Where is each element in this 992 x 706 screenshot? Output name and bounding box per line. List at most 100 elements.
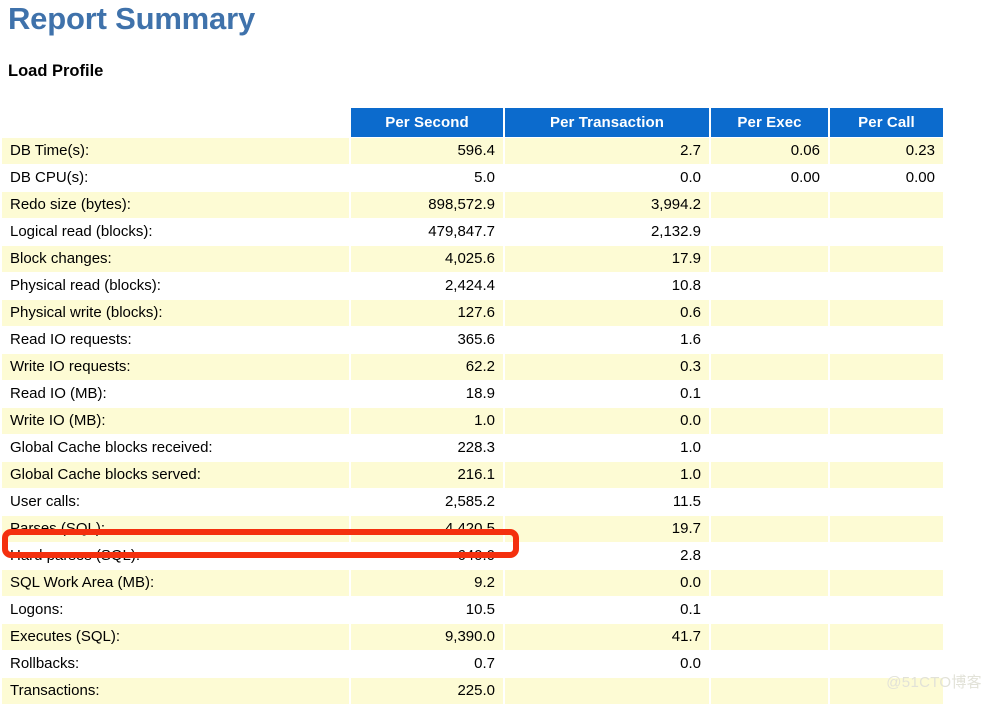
cell-per-exec	[711, 435, 828, 461]
cell-per-transaction: 2,132.9	[505, 219, 709, 245]
cell-per-second: 0.7	[351, 651, 503, 677]
cell-metric-label: DB Time(s):	[2, 138, 349, 164]
table-header-row: Per Second Per Transaction Per Exec Per …	[2, 108, 943, 137]
cell-per-exec	[711, 651, 828, 677]
table-row: User calls: 2,585.2 11.5	[2, 489, 943, 515]
cell-metric-label: Read IO (MB):	[2, 381, 349, 407]
cell-metric-label: Global Cache blocks served:	[2, 462, 349, 488]
table-row: Parses (SQL): 4,420.5 19.7	[2, 516, 943, 542]
table-row: Redo size (bytes): 898,572.9 3,994.2	[2, 192, 943, 218]
cell-per-second: 10.5	[351, 597, 503, 623]
cell-per-second: 225.0	[351, 678, 503, 704]
cell-metric-label: Block changes:	[2, 246, 349, 272]
cell-per-transaction: 1.0	[505, 462, 709, 488]
cell-metric-label: Write IO (MB):	[2, 408, 349, 434]
cell-per-transaction: 11.5	[505, 489, 709, 515]
cell-per-call	[830, 381, 943, 407]
table-header: Per Second Per Transaction Per Exec Per …	[2, 108, 943, 137]
cell-per-exec	[711, 597, 828, 623]
cell-per-transaction: 41.7	[505, 624, 709, 650]
cell-per-transaction: 0.0	[505, 165, 709, 191]
cell-per-transaction: 0.1	[505, 381, 709, 407]
cell-metric-label: Rollbacks:	[2, 651, 349, 677]
table-row: Global Cache blocks received: 228.3 1.0	[2, 435, 943, 461]
cell-metric-label: SQL Work Area (MB):	[2, 570, 349, 596]
cell-per-call	[830, 624, 943, 650]
cell-per-transaction: 0.1	[505, 597, 709, 623]
cell-per-second: 2,585.2	[351, 489, 503, 515]
cell-per-call	[830, 300, 943, 326]
cell-metric-label: Global Cache blocks received:	[2, 435, 349, 461]
table-row: Physical read (blocks): 2,424.4 10.8	[2, 273, 943, 299]
column-header-metric	[2, 108, 349, 137]
cell-per-second: 365.6	[351, 327, 503, 353]
cell-per-transaction: 0.6	[505, 300, 709, 326]
cell-metric-label: Redo size (bytes):	[2, 192, 349, 218]
cell-per-transaction: 2.7	[505, 138, 709, 164]
cell-per-call	[830, 543, 943, 569]
cell-per-second: 5.0	[351, 165, 503, 191]
watermark: @51CTO博客	[886, 674, 982, 691]
cell-per-exec: 0.06	[711, 138, 828, 164]
page-title: Report Summary	[8, 1, 255, 36]
cell-per-second: 4,420.5	[351, 516, 503, 542]
cell-per-second: 216.1	[351, 462, 503, 488]
cell-per-call	[830, 516, 943, 542]
cell-per-second: 4,025.6	[351, 246, 503, 272]
cell-per-transaction: 1.0	[505, 435, 709, 461]
cell-per-transaction: 0.3	[505, 354, 709, 380]
load-profile-table: Per Second Per Transaction Per Exec Per …	[0, 107, 945, 705]
table-row: DB Time(s): 596.4 2.7 0.06 0.23	[2, 138, 943, 164]
cell-metric-label: Read IO requests:	[2, 327, 349, 353]
table-row: Logons: 10.5 0.1	[2, 597, 943, 623]
cell-per-exec	[711, 354, 828, 380]
cell-per-exec	[711, 516, 828, 542]
cell-per-second: 228.3	[351, 435, 503, 461]
column-header-per-call[interactable]: Per Call	[830, 108, 943, 137]
cell-per-exec	[711, 408, 828, 434]
cell-per-exec	[711, 327, 828, 353]
cell-metric-label: Logons:	[2, 597, 349, 623]
cell-per-call	[830, 597, 943, 623]
cell-per-exec	[711, 489, 828, 515]
column-header-per-second[interactable]: Per Second	[351, 108, 503, 137]
cell-per-second: 9,390.0	[351, 624, 503, 650]
cell-metric-label: Physical write (blocks):	[2, 300, 349, 326]
cell-per-transaction: 0.0	[505, 408, 709, 434]
cell-per-call	[830, 408, 943, 434]
cell-per-exec	[711, 300, 828, 326]
table-row: Write IO (MB): 1.0 0.0	[2, 408, 943, 434]
cell-per-call: 0.00	[830, 165, 943, 191]
cell-per-second: 596.4	[351, 138, 503, 164]
report-page: Report Summary Load Profile Per Second P…	[0, 0, 992, 706]
table-row: Executes (SQL): 9,390.0 41.7	[2, 624, 943, 650]
cell-per-call	[830, 462, 943, 488]
column-header-per-exec[interactable]: Per Exec	[711, 108, 828, 137]
cell-per-exec	[711, 381, 828, 407]
cell-metric-label: User calls:	[2, 489, 349, 515]
cell-per-call: 0.23	[830, 138, 943, 164]
cell-per-second: 127.6	[351, 300, 503, 326]
cell-metric-label: Transactions:	[2, 678, 349, 704]
cell-per-transaction: 19.7	[505, 516, 709, 542]
cell-per-second: 2,424.4	[351, 273, 503, 299]
cell-per-exec	[711, 462, 828, 488]
column-header-per-transaction[interactable]: Per Transaction	[505, 108, 709, 137]
table-row: Hard parses (SQL): 640.0 2.8	[2, 543, 943, 569]
cell-per-exec	[711, 678, 828, 704]
cell-per-call	[830, 273, 943, 299]
cell-per-exec	[711, 219, 828, 245]
cell-per-exec	[711, 246, 828, 272]
table-row: SQL Work Area (MB): 9.2 0.0	[2, 570, 943, 596]
cell-per-exec	[711, 543, 828, 569]
cell-metric-label: Physical read (blocks):	[2, 273, 349, 299]
cell-per-second: 640.0	[351, 543, 503, 569]
cell-per-exec: 0.00	[711, 165, 828, 191]
cell-per-call	[830, 570, 943, 596]
cell-per-call	[830, 192, 943, 218]
cell-per-call	[830, 435, 943, 461]
cell-per-second: 1.0	[351, 408, 503, 434]
cell-per-second: 18.9	[351, 381, 503, 407]
cell-per-call	[830, 219, 943, 245]
cell-metric-label: Executes (SQL):	[2, 624, 349, 650]
